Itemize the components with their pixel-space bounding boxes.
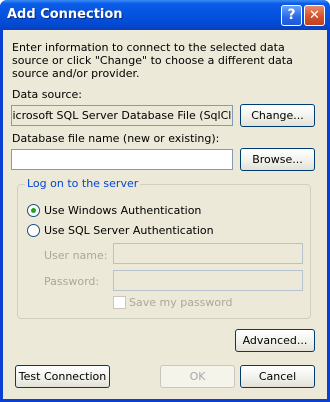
sql-auth-label[interactable]: Use SQL Server Authentication [44,224,214,237]
dialog-title: Add Connection [7,7,123,22]
database-file-label: Database file name (new or existing): [12,132,220,145]
add-connection-dialog: Add Connection ? ✕ Enter information to … [0,0,330,402]
intro-text: Enter information to connect to the sele… [12,41,293,80]
advanced-button[interactable]: Advanced... [235,329,315,352]
password-input [113,270,303,291]
dialog-body: Enter information to connect to the sele… [3,30,327,399]
username-input [113,243,303,264]
ok-button: OK [160,365,235,388]
browse-button[interactable]: Browse... [240,148,315,171]
username-label: User name: [44,249,108,262]
test-connection-button[interactable]: Test Connection [15,365,110,388]
data-source-value: Microsoft SQL Server Database File (SqlC… [12,109,232,122]
windows-auth-radio[interactable] [27,204,40,217]
sql-auth-radio[interactable] [27,224,40,237]
data-source-label: Data source: [12,88,82,101]
cancel-button[interactable]: Cancel [240,365,315,388]
windows-auth-label[interactable]: Use Windows Authentication [44,204,201,217]
save-password-label: Save my password [129,296,233,309]
help-icon: ? [287,7,296,23]
close-button[interactable]: ✕ [304,5,325,26]
database-file-input[interactable] [11,149,233,170]
help-button[interactable]: ? [281,5,302,26]
change-button[interactable]: Change... [240,104,315,127]
logon-group-legend: Log on to the server [25,177,141,190]
save-password-checkbox [113,296,126,309]
data-source-field: Microsoft SQL Server Database File (SqlC… [11,105,233,126]
password-label: Password: [44,275,100,288]
title-bar[interactable]: Add Connection ? ✕ [0,0,330,30]
radio-selected-dot [31,208,36,213]
close-icon: ✕ [309,8,320,23]
